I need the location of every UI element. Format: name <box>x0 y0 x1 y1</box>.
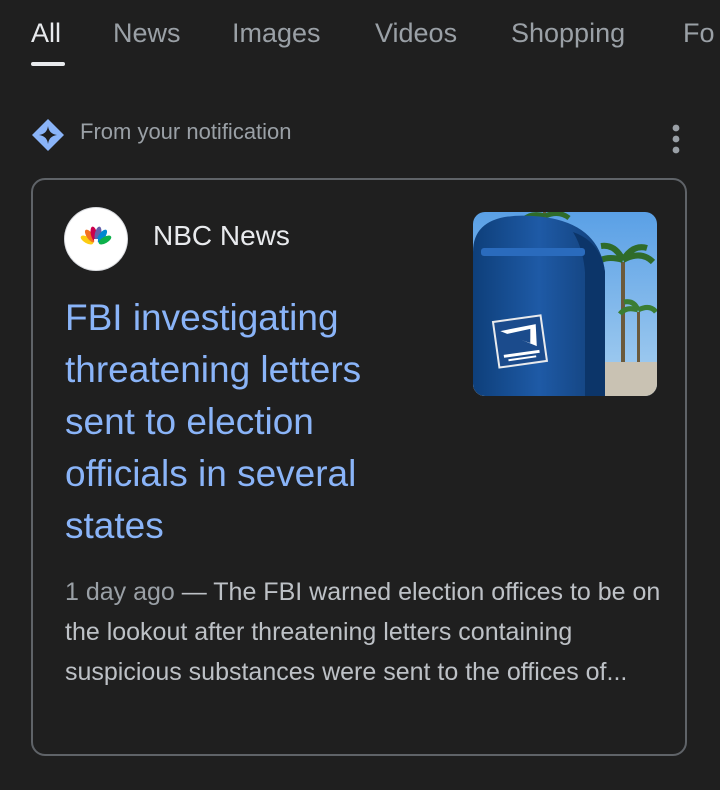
article-snippet: 1 day ago — The FBI warned election offi… <box>65 572 665 692</box>
tab-images[interactable]: Images <box>232 18 321 49</box>
tab-news[interactable]: News <box>113 18 181 49</box>
tab-videos[interactable]: Videos <box>375 18 457 49</box>
notification-header: From your notification <box>31 114 691 154</box>
tab-shopping[interactable]: Shopping <box>511 18 625 49</box>
more-vert-icon[interactable] <box>661 118 691 158</box>
article-headline[interactable]: FBI investigating threatening letters se… <box>65 292 425 552</box>
sparkle-diamond-icon <box>32 119 64 151</box>
tab-more-truncated[interactable]: Fo <box>683 18 715 49</box>
article-date: 1 day ago <box>65 578 175 606</box>
search-tabs: All News Images Videos Shopping Fo <box>0 0 720 82</box>
news-card[interactable]: NBC News FBI investigating threatening l… <box>31 178 687 756</box>
search-results-page: All News Images Videos Shopping Fo From … <box>0 0 720 790</box>
active-tab-indicator <box>31 62 65 66</box>
article-thumbnail[interactable] <box>473 212 657 396</box>
notification-label: From your notification <box>80 119 292 144</box>
usps-mailbox-photo <box>473 212 657 396</box>
snippet-separator: — <box>174 578 214 606</box>
source-name[interactable]: NBC News <box>153 220 290 252</box>
tab-all[interactable]: All <box>31 18 61 49</box>
nbc-peacock-logo <box>65 208 127 270</box>
